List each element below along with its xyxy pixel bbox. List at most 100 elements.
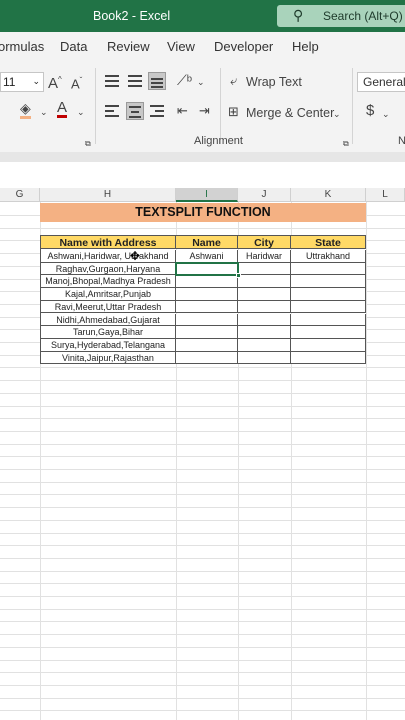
table-cell-state[interactable]: [291, 262, 366, 276]
alignment-dialog-launcher-icon[interactable]: ⧉: [343, 136, 349, 152]
row-gridline: [0, 507, 405, 509]
alignment-group-label: Alignment: [194, 135, 243, 147]
fill-handle[interactable]: [236, 273, 241, 278]
table-cell-name-with-address[interactable]: Ashwani,Haridwar, Uttrakhand: [41, 250, 176, 263]
ribbon-separator: [352, 68, 353, 144]
table-cell-city[interactable]: [238, 351, 291, 365]
table-cell-name-with-address[interactable]: Kajal,Amritsar,Punjab: [41, 288, 176, 301]
table-cell-name-with-address[interactable]: Tarun,Gaya,Bihar: [41, 326, 176, 339]
table-cell-name[interactable]: [176, 288, 238, 301]
ribbon-separator: [220, 68, 221, 144]
tab-formulas[interactable]: ormulas: [0, 39, 44, 54]
wrap-text-icon[interactable]: ⤶: [230, 73, 237, 89]
table-cell-name-with-address[interactable]: Surya,Hyderabad,Telangana: [41, 338, 176, 352]
fill-color-icon[interactable]: ◈: [20, 101, 31, 119]
table-cell-state[interactable]: [291, 326, 366, 339]
row-gridline: [0, 608, 405, 610]
column-header-h[interactable]: H: [40, 188, 176, 202]
row-gridline: [0, 430, 405, 432]
decrease-indent-icon[interactable]: ⇤: [177, 103, 188, 119]
table-cell-name[interactable]: [176, 313, 238, 327]
table-cell-city[interactable]: [238, 326, 291, 339]
orientation-dropdown-icon[interactable]: ⌄: [197, 74, 205, 90]
table-cell-name[interactable]: [176, 351, 238, 365]
row-gridline: [0, 456, 405, 458]
table-cell-city[interactable]: [238, 338, 291, 352]
row-gridline: [0, 481, 405, 483]
tab-developer[interactable]: Developer: [214, 39, 273, 54]
column-header-j[interactable]: J: [238, 188, 291, 202]
table-cell-name[interactable]: [176, 300, 238, 314]
table-cell-name[interactable]: [176, 326, 238, 339]
row-gridline: [0, 684, 405, 686]
fill-color-dropdown-icon[interactable]: ⌄: [40, 104, 48, 120]
merge-dropdown-icon[interactable]: ⌄: [333, 106, 341, 122]
table-cell-city[interactable]: [238, 313, 291, 327]
table-cell-state[interactable]: [291, 300, 366, 314]
table-cell-state[interactable]: [291, 275, 366, 289]
table-cell-name[interactable]: [176, 275, 238, 289]
column-header-k[interactable]: K: [291, 188, 366, 202]
table-cell-name-with-address[interactable]: Ravi,Meerut,Uttar Pradesh: [41, 300, 176, 314]
number-format-select[interactable]: General: [357, 72, 405, 92]
worksheet[interactable]: G H I J K L TEXTSPLIT FUNCTION Name with…: [0, 188, 405, 720]
table-cell-name-with-address[interactable]: Raghav,Gurgaon,Haryana: [41, 262, 176, 276]
active-cell-selection[interactable]: [175, 262, 239, 276]
increase-indent-icon[interactable]: ⇥: [199, 103, 210, 119]
orientation-icon[interactable]: ⟋ᵇ: [177, 72, 192, 88]
decrease-font-icon[interactable]: Aˇ: [71, 73, 82, 92]
align-right-icon[interactable]: [148, 102, 166, 120]
header-cell-name[interactable]: Name: [176, 235, 238, 249]
merge-center-button[interactable]: Merge & Center: [246, 105, 334, 121]
row-gridline: [0, 405, 405, 407]
title-bar: Book2 - Excel ⚲ Search (Alt+Q): [0, 0, 405, 32]
table-left-border: [40, 235, 41, 365]
sheet-banner-title[interactable]: TEXTSPLIT FUNCTION: [40, 203, 366, 222]
align-center-icon[interactable]: [126, 102, 144, 120]
column-header-i[interactable]: I: [176, 188, 238, 202]
row-gridline: [0, 494, 405, 496]
chevron-down-icon: ⌄: [32, 76, 40, 86]
increase-font-icon[interactable]: A^: [48, 72, 62, 92]
tab-review[interactable]: Review: [107, 39, 150, 54]
header-cell-name-with-address[interactable]: Name with Address: [41, 235, 176, 249]
font-color-icon[interactable]: A: [57, 100, 68, 118]
bottom-align-icon[interactable]: [148, 72, 166, 90]
font-dialog-launcher-icon[interactable]: ⧉: [85, 136, 91, 152]
table-cell-city[interactable]: [238, 288, 291, 301]
table-cell-name[interactable]: Ashwani: [176, 250, 238, 263]
font-size-select[interactable]: 11 ⌄: [0, 72, 44, 92]
row-gridline: [0, 596, 405, 597]
currency-icon[interactable]: $: [366, 103, 374, 119]
table-cell-city[interactable]: Haridwar: [238, 250, 291, 263]
table-cell-name-with-address[interactable]: Manoj,Bhopal,Madhya Pradesh: [41, 275, 176, 289]
tab-data[interactable]: Data: [60, 39, 87, 54]
table-cell-state[interactable]: Uttrakhand: [291, 250, 366, 263]
table-cell-state[interactable]: [291, 313, 366, 327]
font-color-dropdown-icon[interactable]: ⌄: [77, 104, 85, 120]
row-gridline: [0, 570, 405, 572]
table-cell-state[interactable]: [291, 351, 366, 365]
ribbon-tabs: ormulas Data Review View Developer Help: [0, 32, 405, 60]
column-header-g[interactable]: G: [0, 188, 40, 202]
table-cell-name[interactable]: [176, 338, 238, 352]
align-left-icon[interactable]: [103, 102, 121, 120]
merge-center-icon[interactable]: ⊞: [228, 104, 239, 120]
header-cell-state[interactable]: State: [291, 235, 366, 249]
column-header-l[interactable]: L: [366, 188, 405, 202]
table-cell-state[interactable]: [291, 338, 366, 352]
wrap-text-button[interactable]: Wrap Text: [246, 74, 302, 90]
table-cell-name-with-address[interactable]: Vinita,Jaipur,Rajasthan: [41, 351, 176, 365]
middle-align-icon[interactable]: [126, 72, 144, 90]
table-cell-name-with-address[interactable]: Nidhi,Ahmedabad,Gujarat: [41, 313, 176, 327]
tab-help[interactable]: Help: [292, 39, 319, 54]
header-cell-city[interactable]: City: [238, 235, 291, 249]
table-cell-city[interactable]: [238, 262, 291, 276]
tab-view[interactable]: View: [167, 39, 195, 54]
search-box[interactable]: ⚲ Search (Alt+Q): [277, 5, 405, 27]
top-align-icon[interactable]: [103, 72, 121, 90]
currency-dropdown-icon[interactable]: ⌄: [382, 106, 390, 122]
table-cell-city[interactable]: [238, 300, 291, 314]
table-cell-state[interactable]: [291, 288, 366, 301]
table-cell-city[interactable]: [238, 275, 291, 289]
